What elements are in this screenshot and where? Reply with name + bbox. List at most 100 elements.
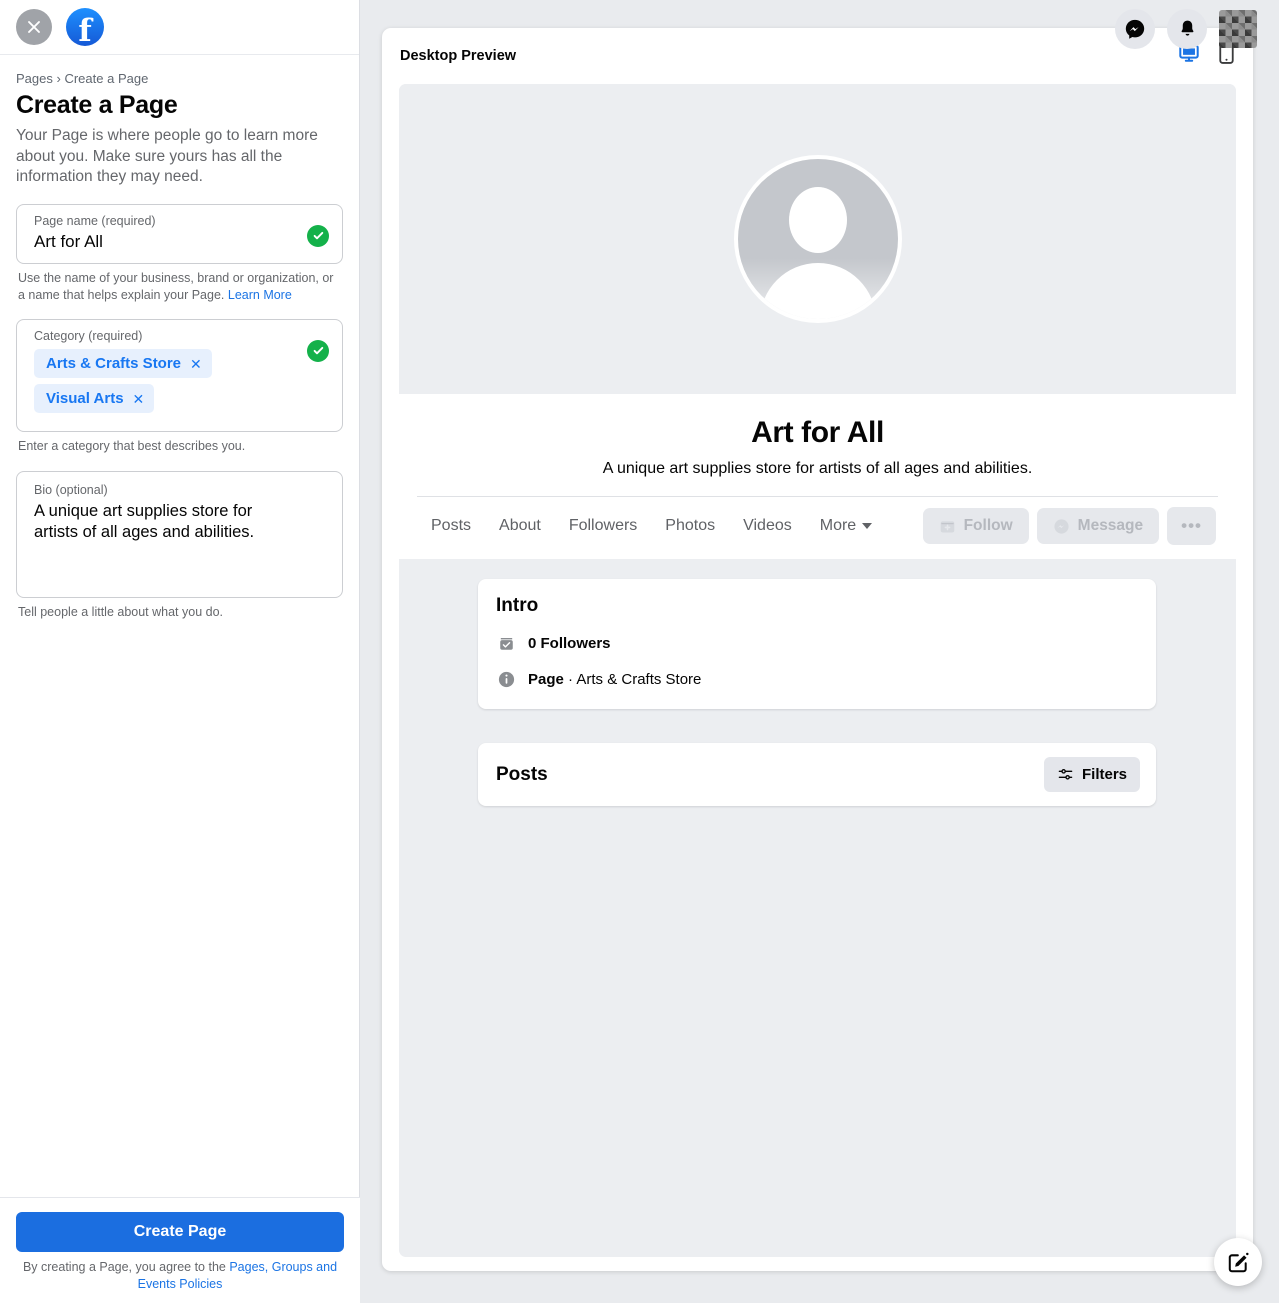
compose-edit-icon[interactable] [1214, 1238, 1262, 1286]
avatar-body-shape [759, 263, 876, 319]
page-tab-bar: Posts About Followers Photos Videos More [399, 497, 1236, 559]
tab-about[interactable]: About [485, 509, 555, 543]
page-description: Your Page is where people go to learn mo… [16, 127, 318, 186]
sidebar-body: Pages › Create a Page Create a Page Your… [0, 55, 359, 620]
filters-icon [1058, 769, 1073, 780]
category-chip-label: Arts & Crafts Store [46, 355, 182, 373]
close-glyph [28, 21, 40, 33]
bio-field[interactable]: Bio (optional) A unique art supplies sto… [16, 470, 343, 598]
tab-about-label: About [499, 517, 541, 534]
intro-category-rest: · Arts & Crafts Store [563, 670, 702, 688]
default-profile-avatar-icon[interactable] [733, 155, 902, 323]
avatar-silhouette [737, 159, 898, 319]
check-glyph [313, 347, 323, 355]
followers-glyph [499, 637, 513, 650]
desktop-preview-card: Desktop Preview Art for All A unique art… [382, 28, 1253, 1271]
intro-card: Intro 0 Followers Page · Arts & Crafts S… [478, 579, 1156, 709]
intro-category-bold: Page [528, 670, 564, 688]
intro-row-category: Page · Arts & Crafts Store [496, 669, 1138, 689]
bio-help: Tell people a little about what you do. [18, 604, 223, 619]
sidebar-footer: Create Page By creating a Page, you agre… [0, 1197, 360, 1303]
category-chip-list: Arts & Crafts Store ✕ Visual Arts ✕ [34, 349, 298, 419]
intro-card-title: Intro [496, 595, 539, 616]
compose-glyph [1228, 1252, 1249, 1272]
create-page-button[interactable]: Create Page [16, 1212, 344, 1253]
preview-page-bio: A unique art supplies store for artists … [602, 460, 1033, 477]
message-button[interactable]: Message [1036, 508, 1160, 544]
intro-followers-text: 0 Followers [528, 635, 611, 652]
account-avatar[interactable] [1219, 9, 1257, 48]
remove-chip-icon[interactable]: ✕ [190, 357, 202, 371]
page-name-input[interactable]: Art for All [34, 231, 298, 254]
intro-followers-count: 0 Followers [528, 634, 611, 652]
check-circle-icon [307, 339, 329, 362]
preview-page-name: Art for All [751, 416, 884, 449]
tab-followers[interactable]: Followers [555, 509, 651, 543]
chevron-down-icon [862, 523, 873, 529]
avatar-head-shape [788, 187, 847, 253]
terms-prefix: By creating a Page, you agree to the [22, 1260, 230, 1275]
filters-button[interactable]: Filters [1043, 757, 1140, 792]
page-title: Create a Page [16, 91, 178, 119]
bio-input[interactable]: A unique art supplies store for artists … [34, 501, 298, 543]
bell-icon[interactable] [1167, 8, 1207, 49]
bio-label: Bio (optional) [34, 482, 108, 497]
more-options-button[interactable]: ••• [1167, 507, 1216, 545]
page-content-body: Intro 0 Followers Page · Arts & Crafts S… [399, 559, 1236, 806]
top-bar [360, 0, 1279, 55]
more-options-icon: ••• [1181, 516, 1202, 535]
posts-card-title: Posts [496, 763, 548, 785]
facebook-logo-glyph: f [78, 12, 92, 46]
tab-posts[interactable]: Posts [417, 509, 485, 543]
close-icon[interactable] [16, 9, 52, 45]
info-icon [496, 669, 516, 689]
posts-card: Posts Filters [478, 743, 1156, 806]
learn-more-link[interactable]: Learn More [228, 288, 292, 302]
messenger-glyph [1125, 19, 1145, 39]
sidebar-header: f [0, 0, 359, 55]
tab-more-label: More [819, 517, 857, 534]
tab-more[interactable]: More [806, 509, 886, 543]
intro-row-followers: 0 Followers [496, 633, 1138, 653]
messenger-icon[interactable] [1115, 8, 1155, 49]
cover-photo-area[interactable] [399, 84, 1236, 394]
facebook-logo-icon[interactable]: f [66, 8, 104, 46]
category-label: Category (required) [34, 328, 143, 343]
check-circle-icon [307, 224, 329, 247]
facebook-page-preview: Art for All A unique art supplies store … [399, 84, 1236, 1257]
tab-photos[interactable]: Photos [651, 509, 729, 543]
tab-photos-label: Photos [665, 517, 716, 534]
tab-posts-label: Posts [431, 517, 472, 534]
page-identity: Art for All A unique art supplies store … [399, 394, 1236, 559]
remove-chip-icon[interactable]: ✕ [133, 392, 145, 406]
category-help: Enter a category that best describes you… [18, 439, 246, 454]
info-glyph [498, 671, 514, 687]
messenger-icon [1054, 518, 1069, 534]
breadcrumb-root[interactable]: Pages [16, 71, 53, 86]
follow-button-label: Follow [963, 517, 1013, 534]
check-glyph [313, 232, 323, 240]
preview-panel: Desktop Preview Art for All A unique art… [360, 0, 1279, 1303]
category-chip[interactable]: Arts & Crafts Store ✕ [34, 349, 212, 379]
follow-plus-icon [940, 520, 954, 532]
filters-button-label: Filters [1081, 766, 1127, 783]
followers-icon [496, 633, 516, 653]
category-field[interactable]: Category (required) Arts & Crafts Store … [16, 318, 343, 433]
page-name-label: Page name (required) [34, 213, 156, 228]
tab-followers-label: Followers [568, 517, 638, 534]
message-button-label: Message [1077, 517, 1144, 534]
breadcrumb: Pages › Create a Page [16, 71, 343, 86]
create-page-sidebar: f Pages › Create a Page Create a Page Yo… [0, 0, 360, 1303]
page-name-field[interactable]: Page name (required) Art for All [16, 203, 343, 265]
category-chip[interactable]: Visual Arts ✕ [34, 384, 155, 414]
tab-videos-label: Videos [743, 517, 792, 534]
page-name-help: Use the name of your business, brand or … [16, 270, 343, 303]
breadcrumb-separator: › [56, 71, 61, 86]
bell-glyph [1181, 20, 1193, 36]
breadcrumb-current: Create a Page [64, 71, 149, 86]
terms-text: By creating a Page, you agree to the Pag… [16, 1259, 344, 1293]
follow-button[interactable]: Follow [922, 508, 1029, 544]
tab-videos[interactable]: Videos [729, 509, 806, 543]
category-chip-label: Visual Arts [46, 390, 124, 408]
intro-category-text: Page · Arts & Crafts Store [528, 671, 701, 688]
